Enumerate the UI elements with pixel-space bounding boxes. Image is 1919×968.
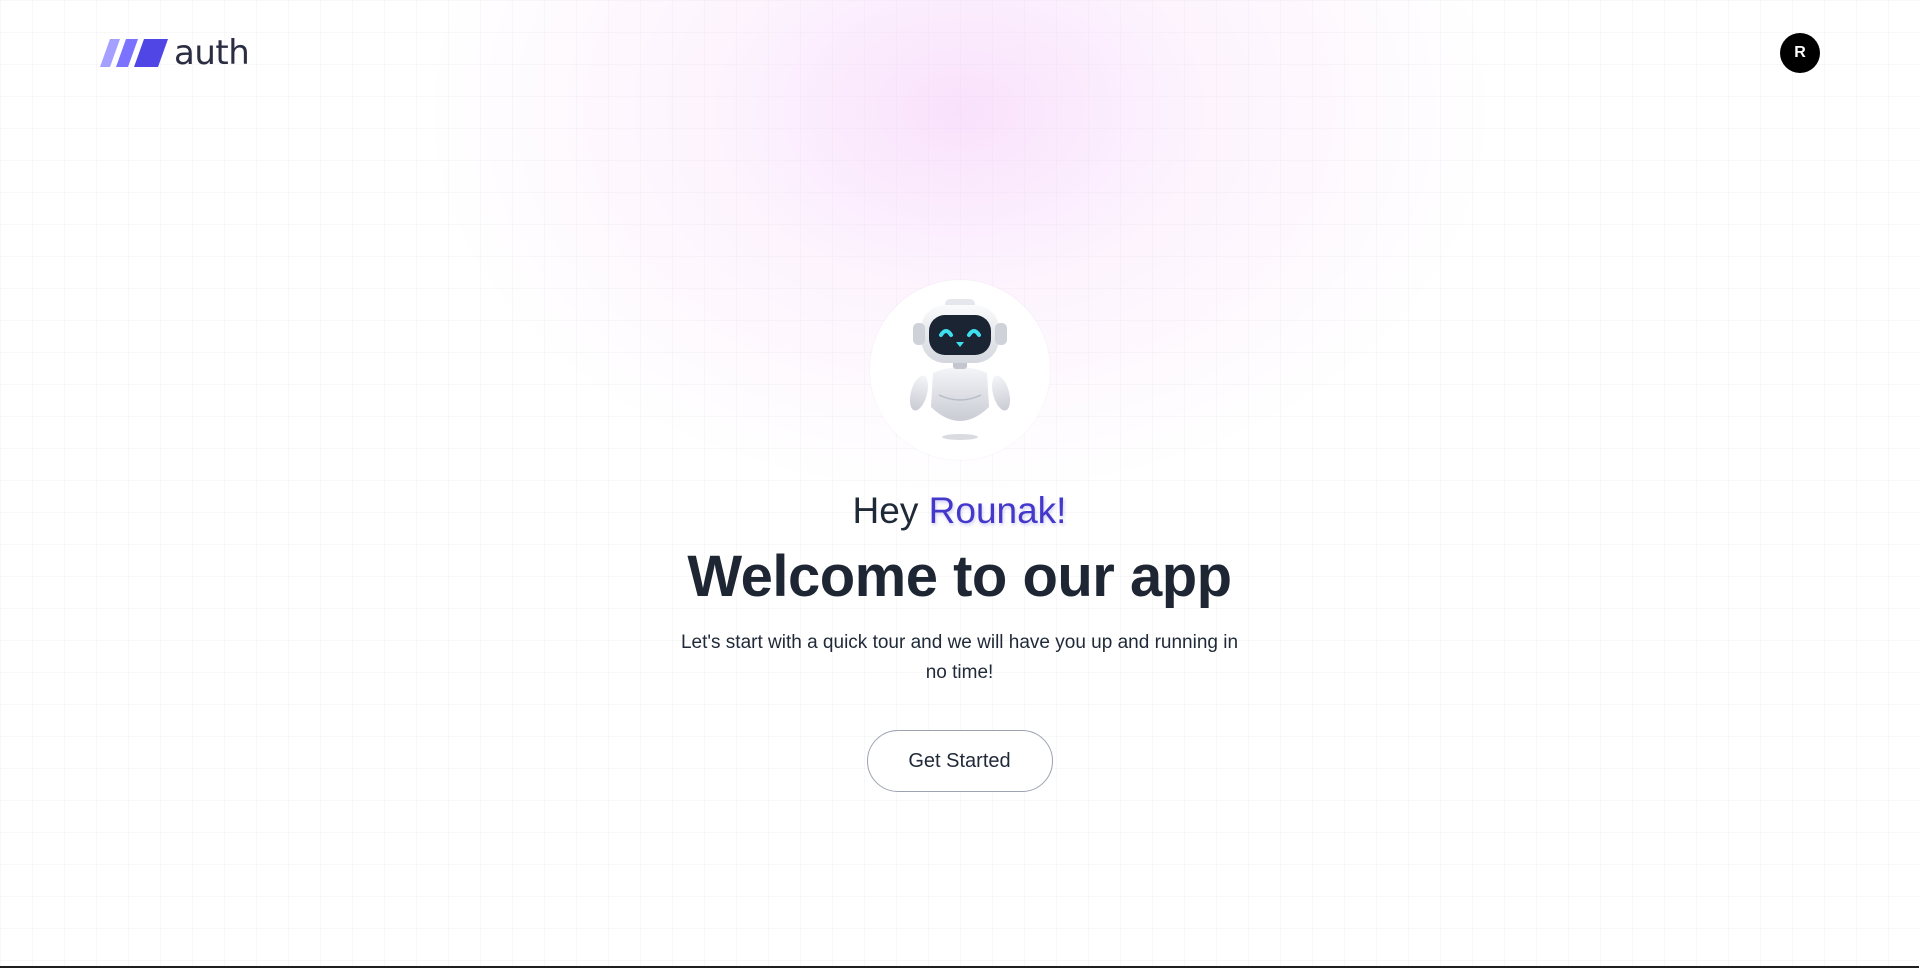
page-title: Welcome to our app [687,544,1232,609]
logo-stripes-icon [100,39,168,67]
app-logo[interactable]: auth [100,33,250,73]
greeting-prefix: Hey [852,490,919,531]
get-started-button[interactable]: Get Started [866,730,1053,792]
top-header: auth R [0,0,1919,108]
page-subtitle: Let's start with a quick tour and we wil… [680,632,1239,683]
logo-text: auth [174,33,250,73]
hero-section: Hey Rounak! Welcome to our app Let's sta… [0,280,1919,792]
user-avatar[interactable]: R [1780,33,1820,73]
robot-illustration-icon [909,299,1010,440]
avatar-initial: R [1794,44,1806,61]
user-name: Rounak! [928,490,1067,531]
greeting: Hey Rounak! [853,490,1067,532]
welcome-page: auth R Hey Rounak! Welcome to our app Le… [0,0,1919,968]
robot-avatar [869,280,1050,460]
